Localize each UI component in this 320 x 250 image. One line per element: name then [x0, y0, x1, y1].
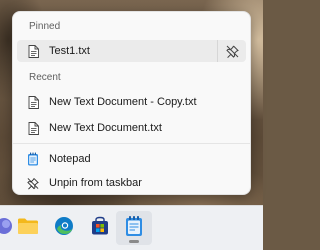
taskbar-edge-button[interactable]: [46, 211, 82, 245]
open-notepad-action[interactable]: Notepad: [17, 148, 246, 170]
taskbar-notepad-button[interactable]: [116, 211, 152, 245]
unpin-icon: [27, 176, 39, 190]
actions-separator: [13, 143, 250, 144]
recent-item-new-text-document[interactable]: New Text Document.txt: [17, 117, 246, 139]
taskbar: [0, 205, 263, 250]
pinned-item-label: Test1.txt: [49, 45, 90, 57]
notepad-icon: [27, 152, 39, 166]
text-document-icon: [27, 95, 39, 109]
file-explorer-icon: [17, 217, 39, 240]
unpin-from-taskbar-action[interactable]: Unpin from taskbar: [17, 172, 246, 194]
taskbar-store-button[interactable]: [82, 211, 118, 245]
taskbar-file-explorer-button[interactable]: [10, 211, 46, 245]
recent-item-new-text-document-copy[interactable]: New Text Document - Copy.txt: [17, 91, 246, 113]
pinned-section-header: Pinned: [29, 21, 61, 32]
recent-item-label: New Text Document.txt: [49, 122, 162, 134]
edge-icon: [53, 215, 75, 242]
running-indicator: [129, 240, 139, 243]
recent-section-header: Recent: [29, 72, 61, 83]
unpin-from-taskbar-label: Unpin from taskbar: [49, 177, 142, 189]
text-document-icon: [27, 44, 39, 58]
pinned-item-test1[interactable]: Test1.txt: [17, 40, 246, 62]
notepad-jump-list: Pinned Test1.txt Recent New Text Documen…: [12, 11, 251, 195]
notepad-icon: [124, 215, 144, 242]
store-icon: [90, 216, 110, 241]
unpin-icon: [225, 45, 239, 58]
open-notepad-label: Notepad: [49, 153, 91, 165]
unpin-from-list-button[interactable]: [217, 40, 246, 62]
text-document-icon: [27, 121, 39, 135]
recent-item-label: New Text Document - Copy.txt: [49, 96, 197, 108]
